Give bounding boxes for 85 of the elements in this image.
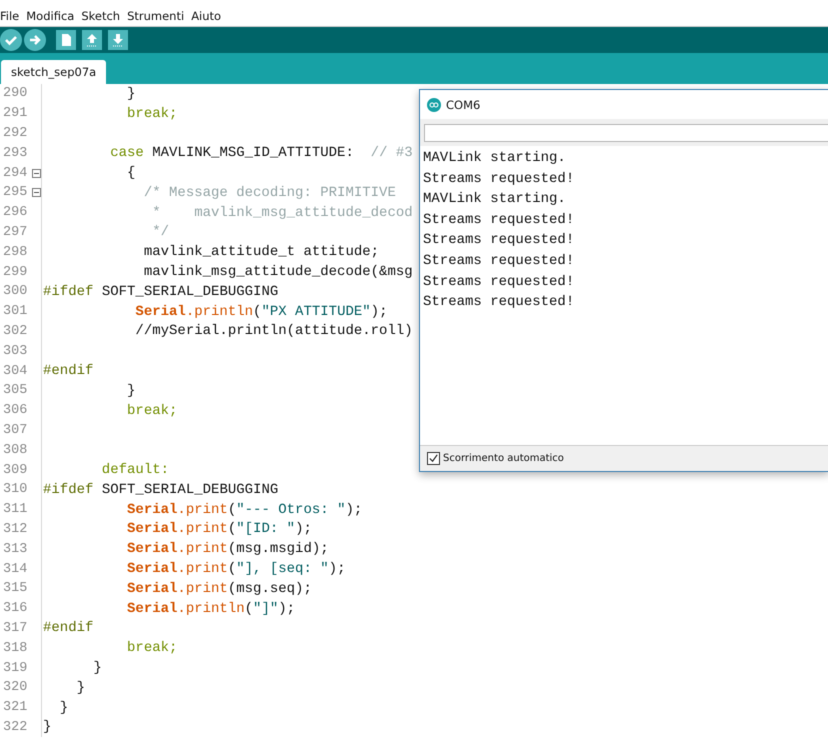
checkmark-icon[interactable]	[0, 29, 22, 51]
line-number: 320	[2, 680, 28, 696]
line-number: 292	[2, 126, 28, 141]
code-line: #endif	[43, 620, 94, 636]
line-number: 306	[2, 403, 28, 418]
output-line: Streams requested!	[422, 252, 576, 271]
input-field[interactable]	[424, 124, 828, 142]
line-number: 309	[2, 462, 28, 478]
line-number: 299	[2, 264, 28, 280]
line-number: 311	[2, 502, 28, 518]
line-number: 315	[2, 581, 28, 596]
output-line: Streams requested!	[422, 210, 576, 230]
line-number: 322	[2, 720, 28, 735]
code-line: * mavlink_msg_attitude_decod	[151, 204, 413, 221]
line-number: 312	[2, 522, 28, 537]
line-number: 308	[2, 442, 28, 458]
code-line: {	[126, 165, 136, 182]
code-line: Serial.print(msg.seq);	[126, 580, 312, 597]
code-line: mavlink_attitude_t attitude;	[142, 244, 380, 260]
line-number: 307	[2, 422, 28, 438]
code-line: break;	[126, 106, 178, 122]
output-line: Streams requested!	[422, 272, 576, 292]
code-line: default:	[100, 462, 170, 478]
line-number: 318	[2, 640, 28, 656]
line-number: 295	[2, 185, 28, 200]
code-line: Serial.print("[ID: ");	[126, 521, 312, 538]
line-number: 298	[2, 244, 28, 260]
code-line: }	[76, 680, 86, 696]
code-line: Serial.print("--- Otros: ");	[126, 502, 362, 518]
menu-item[interactable]: Sketch	[81, 9, 120, 23]
line-number: 290	[2, 86, 28, 102]
code-line: Serial.print(msg.msgid);	[126, 541, 329, 558]
line-number: 300	[2, 284, 28, 300]
code-line: //mySerial.println(attitude.roll)	[134, 323, 413, 340]
code-line: Serial.println("PX ATTITUDE");	[134, 304, 388, 320]
line-number: 314	[2, 562, 28, 577]
line-number: 297	[2, 224, 28, 240]
output-line: MAVLink starting.	[422, 149, 567, 168]
code-line: }	[126, 86, 136, 102]
line-number: 317	[2, 620, 28, 636]
line-number: 321	[2, 700, 28, 716]
menu-item[interactable]: Modifica	[26, 9, 74, 23]
fold-icon[interactable]	[32, 168, 41, 178]
fold-icon[interactable]	[32, 188, 41, 198]
arrow-right-icon[interactable]	[24, 29, 46, 51]
line-number: 303	[2, 344, 28, 359]
code-line: #endif	[43, 363, 94, 380]
line-number: 302	[2, 324, 28, 339]
code-line: Serial.print("], [seq: ");	[126, 561, 346, 578]
output-line: Streams requested!	[422, 231, 576, 250]
code-line: */	[151, 224, 170, 240]
line-number: 293	[2, 146, 28, 161]
line-number: 296	[2, 205, 28, 220]
output-line: Streams requested!	[422, 293, 576, 312]
checkbox[interactable]	[427, 452, 440, 465]
code-line: /* Message decoding: PRIMITIVE	[142, 184, 396, 201]
line-number: 319	[2, 660, 28, 676]
line-number: 316	[2, 601, 28, 616]
checkbox-label: Scorrimento automatico	[443, 453, 564, 464]
menu-item[interactable]: Aiuto	[191, 9, 222, 23]
line-number: 304	[2, 364, 28, 379]
code-line: }	[92, 660, 102, 676]
output-line: MAVLink starting.	[422, 190, 567, 210]
line-number: 313	[2, 542, 28, 557]
code-line: break;	[126, 640, 178, 656]
code-line: }	[58, 700, 68, 716]
line-number: 294	[2, 166, 28, 181]
code-line: #ifdef SOFT_SERIAL_DEBUGGING	[43, 284, 278, 300]
editor-tab[interactable]: sketch_sep07a	[1, 60, 106, 84]
output-line: Streams requested!	[422, 170, 576, 189]
code-line: }	[43, 719, 52, 736]
line-number: 291	[2, 106, 28, 122]
code-line: mavlink_msg_attitude_decode(&msg	[142, 264, 413, 280]
code-line: Serial.println("]");	[126, 600, 296, 617]
code-line: #ifdef SOFT_SERIAL_DEBUGGING	[43, 482, 278, 498]
line-number: 305	[2, 383, 28, 398]
window-title: COM6	[446, 98, 480, 112]
menu-item[interactable]: Strumenti	[127, 9, 184, 23]
line-number: 310	[2, 482, 28, 498]
line-number: 301	[2, 304, 28, 320]
code-line: case MAVLINK_MSG_ID_ATTITUDE: // #3	[109, 145, 413, 162]
code-line: }	[126, 382, 136, 399]
code-line: break;	[126, 402, 178, 419]
infinity-logo-icon	[427, 98, 441, 112]
menu-item[interactable]: File	[0, 9, 20, 23]
